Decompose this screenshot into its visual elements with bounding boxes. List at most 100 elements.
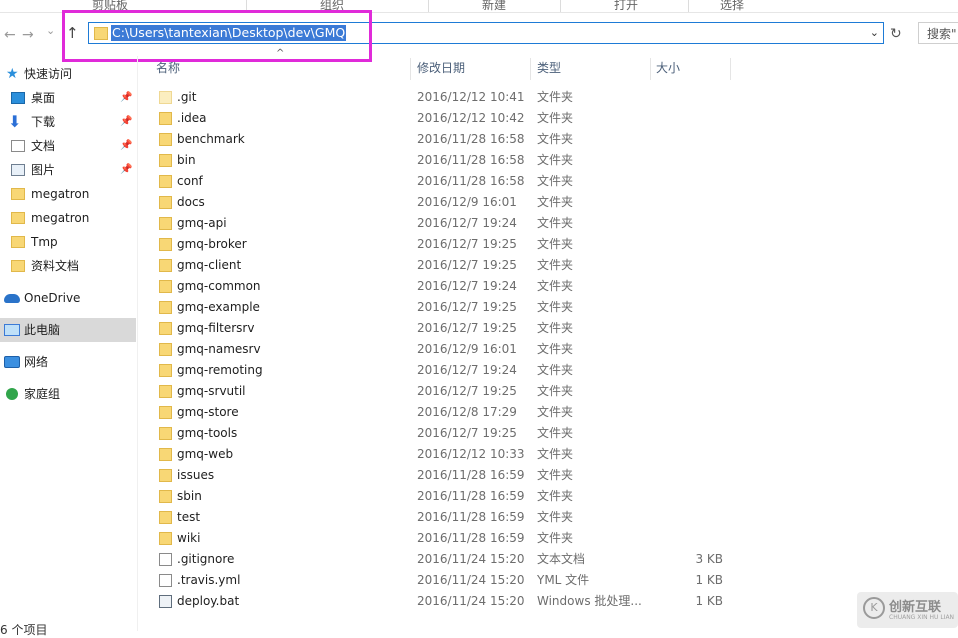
file-row[interactable]: gmq-client 2016/12/7 19:25 文件夹 bbox=[150, 255, 740, 276]
file-row[interactable]: .travis.yml 2016/11/24 15:20 YML 文件 1 KB bbox=[150, 570, 740, 591]
recent-locations-chevron-icon[interactable]: ⌄ bbox=[46, 24, 55, 38]
folder-icon bbox=[159, 406, 172, 419]
file-row[interactable]: .gitignore 2016/11/24 15:20 文本文档 3 KB bbox=[150, 549, 740, 570]
file-date: 2016/12/7 19:25 bbox=[417, 237, 517, 251]
file-date: 2016/11/28 16:59 bbox=[417, 489, 525, 503]
column-header-date[interactable]: 修改日期 bbox=[417, 56, 465, 80]
folder-icon bbox=[11, 260, 25, 272]
file-type: 文件夹 bbox=[537, 405, 574, 419]
sidebar-item-homegroup[interactable]: 家庭组 bbox=[0, 382, 136, 406]
sidebar-item-network[interactable]: 网络 bbox=[0, 350, 136, 374]
search-input[interactable]: 搜索" bbox=[918, 22, 958, 44]
pin-icon[interactable]: 📌 bbox=[120, 134, 132, 158]
column-header-size[interactable]: 大小 bbox=[656, 56, 680, 80]
file-name: .travis.yml bbox=[177, 573, 241, 587]
file-date: 2016/12/7 19:25 bbox=[417, 426, 517, 440]
file-row[interactable]: gmq-filtersrv 2016/12/7 19:25 文件夹 bbox=[150, 318, 740, 339]
refresh-icon[interactable]: ↻ bbox=[890, 26, 902, 42]
file-name: gmq-remoting bbox=[177, 363, 263, 377]
sidebar-item-this-pc[interactable]: 此电脑 bbox=[0, 318, 136, 342]
file-row[interactable]: gmq-common 2016/12/7 19:24 文件夹 bbox=[150, 276, 740, 297]
status-item-count: 6 个项目 bbox=[0, 623, 48, 637]
folder-icon bbox=[159, 175, 172, 188]
sidebar-item-desktop[interactable]: 桌面 📌 bbox=[0, 86, 136, 110]
column-divider[interactable] bbox=[730, 58, 731, 80]
file-row[interactable]: sbin 2016/11/28 16:59 文件夹 bbox=[150, 486, 740, 507]
forward-arrow-icon[interactable]: → bbox=[22, 28, 34, 42]
file-row[interactable]: gmq-store 2016/12/8 17:29 文件夹 bbox=[150, 402, 740, 423]
file-name: gmq-namesrv bbox=[177, 342, 261, 356]
file-row[interactable]: deploy.bat 2016/11/24 15:20 Windows 批处理...… bbox=[150, 591, 740, 612]
pin-icon[interactable]: 📌 bbox=[120, 158, 132, 182]
sidebar-item-label: Tmp bbox=[31, 235, 58, 249]
file-date: 2016/12/7 19:24 bbox=[417, 216, 517, 230]
file-row[interactable]: gmq-namesrv 2016/12/9 16:01 文件夹 bbox=[150, 339, 740, 360]
sidebar-item-label: megatron bbox=[31, 211, 90, 225]
file-type: 文件夹 bbox=[537, 195, 574, 209]
file-row[interactable]: gmq-example 2016/12/7 19:25 文件夹 bbox=[150, 297, 740, 318]
file-date: 2016/12/8 17:29 bbox=[417, 405, 517, 419]
file-date: 2016/12/12 10:33 bbox=[417, 447, 525, 461]
column-divider[interactable] bbox=[650, 58, 651, 80]
file-name: gmq-example bbox=[177, 300, 260, 314]
sidebar-item-tmp[interactable]: Tmp bbox=[0, 230, 136, 254]
column-divider[interactable] bbox=[530, 58, 531, 80]
back-arrow-icon[interactable]: ← bbox=[4, 28, 16, 42]
file-row[interactable]: benchmark 2016/11/28 16:58 文件夹 bbox=[150, 129, 740, 150]
file-date: 2016/12/9 16:01 bbox=[417, 342, 517, 356]
folder-icon bbox=[159, 217, 172, 230]
file-row[interactable]: .git 2016/12/12 10:41 文件夹 bbox=[150, 87, 740, 108]
file-row[interactable]: gmq-tools 2016/12/7 19:25 文件夹 bbox=[150, 423, 740, 444]
sidebar-item-quick-access[interactable]: ★ 快速访问 bbox=[0, 62, 136, 86]
file-type: 文件夹 bbox=[537, 216, 574, 230]
file-type: 文件夹 bbox=[537, 132, 574, 146]
file-row[interactable]: gmq-broker 2016/12/7 19:25 文件夹 bbox=[150, 234, 740, 255]
download-icon: ⬇ bbox=[8, 112, 22, 131]
column-header-type[interactable]: 类型 bbox=[537, 56, 561, 80]
file-row[interactable]: wiki 2016/11/28 16:59 文件夹 bbox=[150, 528, 740, 549]
file-row[interactable]: gmq-srvutil 2016/12/7 19:25 文件夹 bbox=[150, 381, 740, 402]
file-row[interactable]: gmq-remoting 2016/12/7 19:24 文件夹 bbox=[150, 360, 740, 381]
address-dropdown-chevron-icon[interactable]: ⌄ bbox=[870, 26, 879, 39]
sidebar-item-materials[interactable]: 资料文档 bbox=[0, 254, 136, 278]
file-date: 2016/11/28 16:59 bbox=[417, 510, 525, 524]
sidebar-item-label: 文档 bbox=[31, 139, 56, 153]
sidebar-item-megatron[interactable]: megatron bbox=[0, 182, 136, 206]
file-row[interactable]: docs 2016/12/9 16:01 文件夹 bbox=[150, 192, 740, 213]
file-name: .gitignore bbox=[177, 552, 235, 566]
pane-splitter[interactable] bbox=[137, 56, 138, 631]
brand-mark-icon: K bbox=[863, 597, 885, 619]
sidebar-item-megatron[interactable]: megatron bbox=[0, 206, 136, 230]
file-row[interactable]: gmq-web 2016/12/12 10:33 文件夹 bbox=[150, 444, 740, 465]
file-date: 2016/11/24 15:20 bbox=[417, 552, 525, 566]
folder-icon bbox=[159, 322, 172, 335]
file-row[interactable]: test 2016/11/28 16:59 文件夹 bbox=[150, 507, 740, 528]
folder-icon bbox=[11, 188, 25, 200]
file-row[interactable]: issues 2016/11/28 16:59 文件夹 bbox=[150, 465, 740, 486]
file-date: 2016/11/28 16:58 bbox=[417, 153, 525, 167]
file-name: gmq-api bbox=[177, 216, 227, 230]
file-row[interactable]: bin 2016/11/28 16:58 文件夹 bbox=[150, 150, 740, 171]
pin-icon[interactable]: 📌 bbox=[120, 86, 132, 110]
sidebar-item-documents[interactable]: 文档 📌 bbox=[0, 134, 136, 158]
collapse-caret-icon[interactable]: ^ bbox=[276, 48, 284, 59]
file-row[interactable]: conf 2016/11/28 16:58 文件夹 bbox=[150, 171, 740, 192]
file-type: 文件夹 bbox=[537, 342, 574, 356]
file-type: 文件夹 bbox=[537, 153, 574, 167]
column-header-name[interactable]: 名称 bbox=[156, 56, 180, 80]
file-name: gmq-tools bbox=[177, 426, 238, 440]
folder-icon bbox=[159, 448, 172, 461]
sidebar-item-downloads[interactable]: ⬇ 下载 📌 bbox=[0, 110, 136, 134]
file-row[interactable]: gmq-api 2016/12/7 19:24 文件夹 bbox=[150, 213, 740, 234]
watermark-brand: 创新互联 bbox=[889, 600, 942, 615]
file-name: gmq-broker bbox=[177, 237, 247, 251]
sidebar-item-onedrive[interactable]: OneDrive bbox=[0, 286, 136, 310]
pin-icon[interactable]: 📌 bbox=[120, 110, 132, 134]
file-name: deploy.bat bbox=[177, 594, 240, 608]
column-divider[interactable] bbox=[410, 58, 411, 80]
file-row[interactable]: .idea 2016/12/12 10:42 文件夹 bbox=[150, 108, 740, 129]
file-date: 2016/11/28 16:59 bbox=[417, 531, 525, 545]
sidebar-item-pictures[interactable]: 图片 📌 bbox=[0, 158, 136, 182]
file-date: 2016/11/24 15:20 bbox=[417, 594, 525, 608]
folder-icon bbox=[159, 112, 172, 125]
